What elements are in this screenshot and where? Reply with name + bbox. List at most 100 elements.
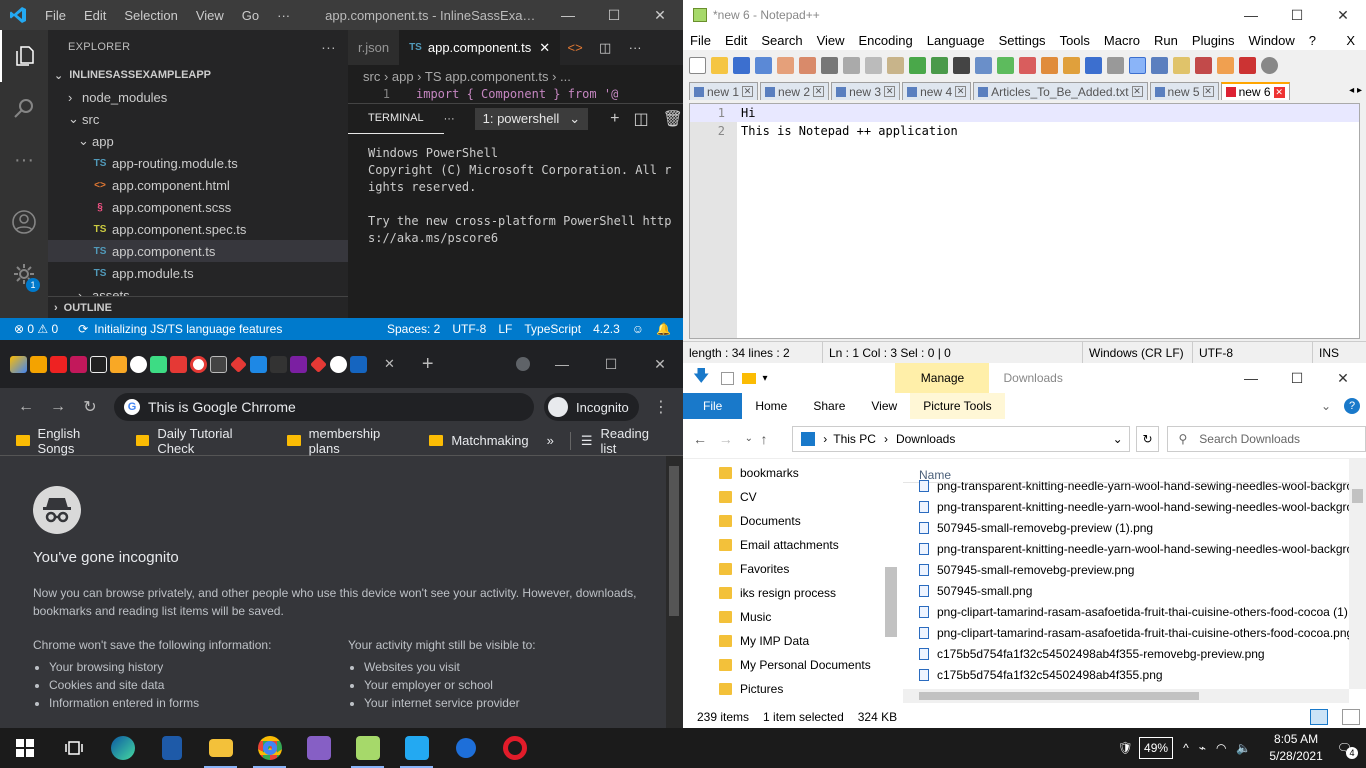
npp-tab[interactable]: new 3 ✕ bbox=[831, 82, 901, 100]
bookmark-item[interactable]: Daily Tutorial Check bbox=[135, 426, 269, 456]
android-icon[interactable] bbox=[150, 355, 167, 373]
copy-icon[interactable] bbox=[865, 56, 882, 74]
close-button[interactable]: ✕ bbox=[637, 356, 683, 373]
menu-item[interactable]: Plugins bbox=[1185, 33, 1242, 48]
nav-folder-item[interactable]: Music bbox=[683, 605, 899, 629]
chrome-taskbar-icon[interactable] bbox=[245, 728, 294, 768]
tree-item[interactable]: › node_modules bbox=[48, 86, 348, 108]
folder-icon[interactable] bbox=[742, 372, 757, 384]
menu-item[interactable]: Edit bbox=[75, 8, 115, 23]
incognito-button[interactable]: Incognito bbox=[544, 393, 639, 421]
encoding-status[interactable]: UTF-8 bbox=[446, 322, 492, 336]
new-file-icon[interactable] bbox=[689, 56, 706, 74]
power-icon[interactable]: ⌁ bbox=[1199, 741, 1206, 755]
tab-favicon[interactable] bbox=[190, 355, 207, 373]
tree-item[interactable]: ⌄ src bbox=[48, 108, 348, 130]
up-icon[interactable]: ↑ bbox=[760, 431, 786, 447]
search-box[interactable]: ⚲ Search Downloads bbox=[1167, 425, 1366, 452]
properties-icon[interactable] bbox=[721, 371, 735, 385]
npp-tab[interactable]: new 4 ✕ bbox=[902, 82, 972, 100]
bookmark-item[interactable]: membership plans bbox=[287, 426, 411, 456]
nav-folder-item[interactable]: My Personal Documents bbox=[683, 653, 899, 677]
terminal-output[interactable]: Windows PowerShell Copyright (C) Microso… bbox=[348, 145, 683, 247]
file-tab[interactable]: File bbox=[683, 393, 743, 419]
new-tab-button[interactable]: + bbox=[422, 353, 434, 376]
visual-studio-icon[interactable] bbox=[294, 728, 343, 768]
udl-icon[interactable] bbox=[1151, 56, 1168, 74]
start-button[interactable] bbox=[0, 728, 49, 768]
tab-favicon[interactable] bbox=[170, 355, 187, 373]
nav-folder-item[interactable]: My IMP Data bbox=[683, 629, 899, 653]
edge-icon[interactable] bbox=[98, 728, 147, 768]
help-icon[interactable]: ? bbox=[1344, 398, 1360, 414]
panel-more-icon[interactable]: ··· bbox=[444, 113, 455, 125]
nav-folder-item[interactable]: Pictures bbox=[683, 677, 899, 701]
ts-version-status[interactable]: 4.2.3 bbox=[587, 322, 626, 336]
refresh-icon[interactable]: ↻ bbox=[1135, 425, 1160, 452]
tree-item[interactable]: TS app-routing.module.ts bbox=[48, 152, 348, 174]
task-view-icon[interactable] bbox=[49, 728, 98, 768]
close-tab-icon[interactable]: ✕ bbox=[884, 86, 896, 97]
explorer-icon[interactable] bbox=[0, 30, 48, 82]
menu-item[interactable]: Window bbox=[1242, 33, 1302, 48]
menu-item[interactable]: File bbox=[36, 8, 75, 23]
minimize-button[interactable]: — bbox=[539, 356, 585, 372]
code-line[interactable]: 1 import { Component } from '@ bbox=[348, 87, 683, 103]
npp-tab[interactable]: new 2 ✕ bbox=[760, 82, 830, 100]
close-button[interactable]: ✕ bbox=[1320, 370, 1366, 387]
tab-favicon[interactable] bbox=[90, 355, 107, 373]
replace-icon[interactable] bbox=[975, 56, 992, 74]
paste-icon[interactable] bbox=[887, 56, 904, 74]
record-macro-icon[interactable] bbox=[1239, 56, 1256, 74]
print-icon[interactable] bbox=[821, 56, 838, 74]
clock[interactable]: 8:05 AM 5/28/2021 bbox=[1269, 731, 1322, 765]
zoom-in-icon[interactable] bbox=[997, 56, 1014, 74]
close-doc-icon[interactable]: X bbox=[1339, 33, 1362, 48]
nav-scroll-thumb[interactable] bbox=[885, 567, 897, 637]
npp-editor[interactable]: 1 Hi 2 This is Notepad ++ application bbox=[689, 103, 1360, 339]
share-tab[interactable]: Share bbox=[800, 399, 858, 413]
indent-status[interactable]: Spaces: 2 bbox=[381, 322, 446, 336]
omnibox[interactable]: G This is Google Chrrome bbox=[114, 393, 534, 421]
close-file-icon[interactable] bbox=[777, 56, 794, 74]
forward-icon[interactable]: → bbox=[719, 431, 745, 447]
trash-icon[interactable]: 🗑 bbox=[663, 109, 683, 129]
reading-list-icon[interactable]: ☰ bbox=[581, 433, 593, 449]
minimize-button[interactable]: — bbox=[545, 7, 591, 23]
file-row[interactable]: png-transparent-knitting-needle-yarn-woo… bbox=[903, 538, 1349, 559]
save-icon[interactable] bbox=[733, 56, 750, 74]
word-wrap-icon[interactable] bbox=[1085, 56, 1102, 74]
menu-item[interactable]: Settings bbox=[992, 33, 1053, 48]
sync-v-icon[interactable] bbox=[1041, 56, 1058, 74]
diff-icon[interactable]: <> bbox=[560, 30, 591, 65]
file-row[interactable]: c175b5d754fa1f32c54502498ab4f355-removeb… bbox=[903, 643, 1349, 664]
zoom-out-icon[interactable] bbox=[1019, 56, 1036, 74]
npp-tab[interactable]: new 6 ✕ bbox=[1220, 82, 1290, 100]
split-editor-icon[interactable]: ◫ bbox=[590, 30, 621, 65]
menu-item[interactable]: Encoding bbox=[852, 33, 920, 48]
tab-favicon[interactable] bbox=[350, 355, 367, 373]
scroll-thumb[interactable] bbox=[1352, 489, 1363, 503]
menu-item[interactable]: Language bbox=[920, 33, 992, 48]
chevron-down-icon[interactable]: ⌄ bbox=[1113, 432, 1123, 446]
tree-item[interactable]: § app.component.scss bbox=[48, 196, 348, 218]
tab-favicon[interactable] bbox=[310, 355, 327, 373]
file-row[interactable]: png-clipart-tamarind-rasam-asafoetida-fr… bbox=[903, 601, 1349, 622]
bookmark-item[interactable]: English Songs bbox=[16, 426, 118, 456]
file-explorer-taskbar-icon[interactable] bbox=[196, 728, 245, 768]
menu-item[interactable]: Selection bbox=[115, 8, 186, 23]
path-this-pc[interactable]: This PC bbox=[833, 432, 876, 446]
close-button[interactable]: ✕ bbox=[637, 7, 683, 24]
menu-item[interactable]: Run bbox=[1147, 33, 1185, 48]
split-terminal-icon[interactable]: ◫ bbox=[633, 109, 648, 129]
close-button[interactable]: ✕ bbox=[1320, 7, 1366, 24]
file-list-hscroll[interactable] bbox=[903, 689, 1349, 703]
address-bar[interactable]: › This PC › Downloads ⌄ bbox=[792, 425, 1130, 452]
maps-icon[interactable] bbox=[441, 728, 490, 768]
nav-folder-item[interactable]: bookmarks bbox=[683, 461, 899, 485]
file-list-vscroll[interactable] bbox=[1349, 459, 1366, 689]
menu-item[interactable]: ? bbox=[1302, 33, 1323, 48]
find-icon[interactable] bbox=[953, 56, 970, 74]
close-tab-icon[interactable]: ✕ bbox=[813, 86, 825, 97]
tab-favicon[interactable] bbox=[30, 355, 47, 373]
